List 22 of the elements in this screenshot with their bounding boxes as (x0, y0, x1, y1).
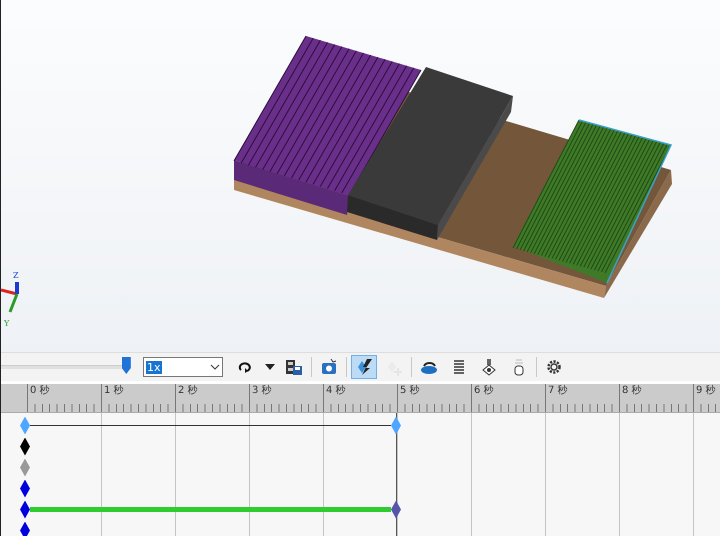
ruler-label: 0 秒 (29, 384, 51, 398)
chevron-icon (210, 364, 220, 370)
axis-label: Y (4, 320, 10, 328)
caret-icon (265, 364, 275, 370)
ruler-label: 9 秒 (695, 384, 717, 398)
ruler-label: 8 秒 (621, 384, 643, 398)
film-save-icon (285, 358, 303, 376)
ruler-label: 1 秒 (103, 384, 125, 398)
ruler-label: 7 秒 (547, 384, 569, 398)
slider-thumb[interactable] (122, 357, 131, 374)
ruler-label: 6 秒 (473, 384, 495, 398)
settings-icon (545, 358, 563, 376)
autokey-button[interactable] (351, 355, 377, 379)
ruler-label: 4 秒 (325, 384, 347, 398)
axis-label: Z (13, 272, 19, 280)
key-bolt-icon (355, 358, 373, 376)
ruler-label: 2 秒 (177, 384, 199, 398)
ruler-label: 3 秒 (251, 384, 273, 398)
contact-icon (480, 358, 498, 376)
speed-dropdown[interactable]: 1x (143, 357, 223, 377)
ruler-label: 5 秒 (399, 384, 421, 398)
camera-icon (320, 358, 338, 376)
